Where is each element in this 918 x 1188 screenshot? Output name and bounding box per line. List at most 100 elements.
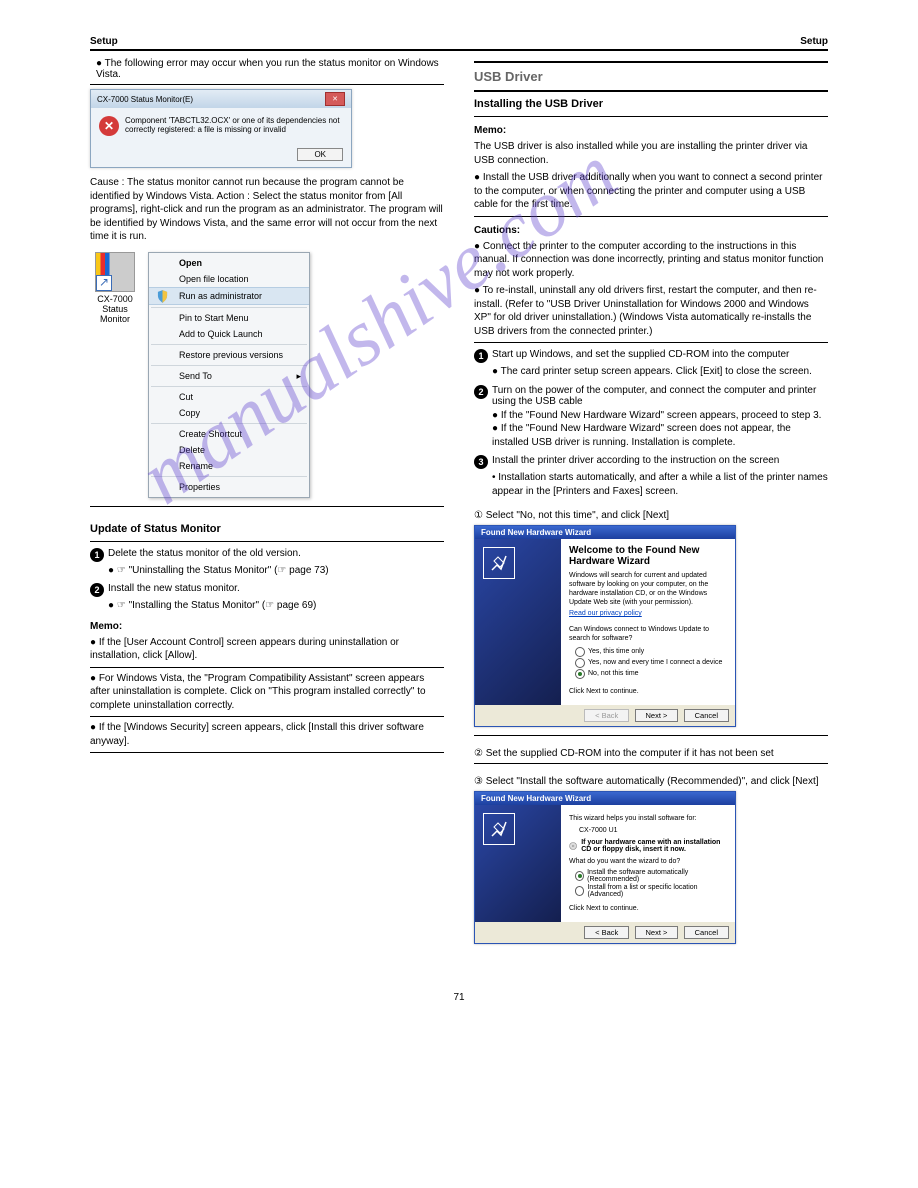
error-dialog-title: CX-7000 Status Monitor(E) [97,95,193,104]
usb-driver-heading: USB Driver [474,69,828,84]
run-admin-explain: Cause : The status monitor cannot run be… [90,176,444,244]
context-menu: Open Open file location Run as administr… [148,252,310,498]
sub-step-2: ② Set the supplied CD-ROM into the compu… [474,748,828,759]
step-number-2: 2 [474,385,488,399]
wizard-sidebar [475,539,561,705]
step2-bullet-2: ● If the "Found New Hardware Wizard" scr… [492,422,828,449]
header-rule [90,49,828,51]
chevron-right-icon: ▸ [296,371,301,382]
error-intro: ● The following error may occur when you… [96,58,444,80]
update-step2: Install the new status monitor. [108,583,444,597]
wizard-q2: What do you want the wizard to do? [569,857,725,866]
hardware-icon [483,547,515,579]
update-step1-ref: ● ☞ "Uninstalling the Status Monitor" (☞… [108,564,444,578]
wizard-heading: Welcome to the Found New Hardware Wizard [569,545,725,567]
ctx-rename[interactable]: Rename [149,458,309,474]
radio-no[interactable]: No, not this time [575,669,725,679]
memo-item-3: ● If the [Windows Security] screen appea… [90,721,444,748]
wizard-continue: Click Next to continue. [569,687,725,696]
wizard-sidebar [475,805,561,922]
radio-yes-always[interactable]: Yes, now and every time I connect a devi… [575,658,725,668]
rule [90,716,444,717]
memo-item-2: ● For Windows Vista, the "Program Compat… [90,672,444,713]
ctx-send-to-label: Send To [179,371,212,381]
step1-text: Start up Windows, and set the supplied C… [492,349,828,363]
ctx-open[interactable]: Open [149,255,309,271]
ctx-copy[interactable]: Copy [149,405,309,421]
error-icon: ✕ [99,116,119,136]
wizard-title: Found New Hardware Wizard [475,526,735,539]
privacy-link[interactable]: Read our privacy policy [569,610,725,617]
page-number: 71 [90,992,828,1003]
ctx-delete[interactable]: Delete [149,442,309,458]
ctx-run-as-admin-label: Run as administrator [179,291,262,301]
radio-auto[interactable]: Install the software automatically (Reco… [575,869,725,883]
rule [90,506,444,507]
step3-dot: • Installation starts automatically, and… [492,471,828,498]
status-monitor-icon: ↗ [95,252,135,292]
rule [474,735,828,736]
wizard-title: Found New Hardware Wizard [475,792,735,805]
install-usb-heading: Installing the USB Driver [474,98,828,110]
back-button[interactable]: < Back [584,926,629,939]
hardware-icon [483,813,515,845]
cd-icon [569,839,577,853]
step-number-3: 3 [474,455,488,469]
shortcut-arrow-icon: ↗ [96,275,112,291]
ctx-open-file-location[interactable]: Open file location [149,271,309,287]
rule [474,116,828,117]
update-heading: Update of Status Monitor [90,523,444,535]
rule [474,342,828,343]
right-column: USB Driver Installing the USB Driver Mem… [474,55,828,952]
update-step2-ref: ● ☞ "Installing the Status Monitor" (☞ p… [108,599,444,613]
radio-yes-once[interactable]: Yes, this time only [575,647,725,657]
rule [474,61,828,63]
usb-bullet: ● Install the USB driver additionally wh… [474,171,828,212]
desktop-shortcut[interactable]: ↗ CX-7000 Status Monitor [90,252,140,324]
next-button[interactable]: Next > [635,709,679,722]
ctx-pin-start[interactable]: Pin to Start Menu [149,310,309,326]
ctx-quick-launch[interactable]: Add to Quick Launch [149,326,309,342]
ok-button[interactable]: OK [297,148,343,161]
step2-bullet-1: ● If the "Found New Hardware Wizard" scr… [492,409,828,423]
cancel-button[interactable]: Cancel [684,926,729,939]
memo-usb: The USB driver is also installed while y… [474,140,828,167]
ctx-create-shortcut[interactable]: Create Shortcut [149,426,309,442]
wizard-question: Can Windows connect to Windows Update to… [569,625,725,643]
ctx-send-to[interactable]: Send To ▸ [149,368,309,384]
rule [90,84,444,85]
rule [474,763,828,764]
wizard-continue2: Click Next to continue. [569,904,725,913]
rule [474,90,828,92]
radio-list[interactable]: Install from a list or specific location… [575,884,725,898]
cancel-button[interactable]: Cancel [684,709,729,722]
memo-label: Memo: [90,621,444,632]
step-number-1: 1 [90,548,104,562]
ctx-run-as-admin[interactable]: Run as administrator [149,287,309,305]
sub-step-1: ① Select "No, not this time", and click … [474,510,828,521]
ctx-restore[interactable]: Restore previous versions [149,347,309,363]
error-dialog-message: Component 'TABCTL32.OCX' or one of its d… [125,116,343,134]
memo-item-1: ● If the [User Account Control] screen a… [90,636,444,663]
wizard-welcome: Found New Hardware Wizard Welcome to the… [474,525,736,727]
close-icon[interactable]: ✕ [325,92,345,106]
rule [90,752,444,753]
cautions-label: Cautions: [474,225,828,236]
ctx-cut[interactable]: Cut [149,389,309,405]
step3-text: Install the printer driver according to … [492,455,828,469]
rule [90,667,444,668]
ctx-properties[interactable]: Properties [149,479,309,495]
next-button[interactable]: Next > [635,926,679,939]
wizard-intro: Windows will search for current and upda… [569,571,725,607]
back-button: < Back [584,709,629,722]
wizard-helps: This wizard helps you install software f… [569,814,725,823]
rule [474,216,828,217]
error-dialog: CX-7000 Status Monitor(E) ✕ ✕ Component … [90,89,352,168]
rule [90,541,444,542]
error-dialog-title-bar: CX-7000 Status Monitor(E) ✕ [91,90,351,108]
header-right: Setup [800,36,828,47]
step-number-2: 2 [90,583,104,597]
desktop-icon-label: CX-7000 Status Monitor [90,294,140,324]
caution-1: ● Connect the printer to the computer ac… [474,240,828,281]
sub-step-3: ③ Select "Install the software automatic… [474,776,828,787]
